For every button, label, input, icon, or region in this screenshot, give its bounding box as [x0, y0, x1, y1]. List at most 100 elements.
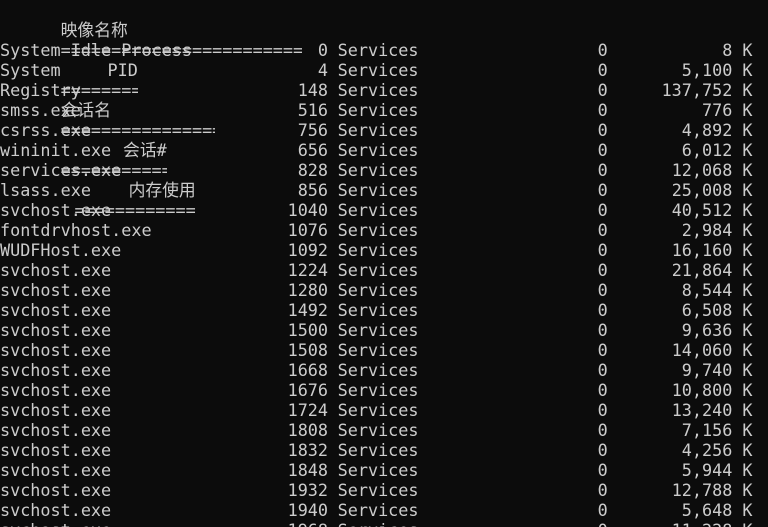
column-gap [241, 260, 251, 280]
terminal-window[interactable]: 映像名称 PID 会话名 会话# 内存使用 ==================… [0, 0, 768, 527]
column-gap [492, 380, 502, 400]
cell-session-number: 0 [502, 520, 608, 527]
column-gap [608, 320, 618, 340]
cell-pid: 1848 [287, 460, 329, 480]
table-row[interactable]: System 4 Services 0 5,100 K [0, 60, 768, 80]
table-row[interactable]: svchost.exe 1676 Services 0 10,800 K [0, 380, 768, 400]
table-row[interactable]: svchost.exe 1832 Services 0 4,256 K [0, 440, 768, 460]
cell-session-number: 0 [597, 260, 608, 280]
column-gap [241, 200, 251, 220]
cell-session-number: 0 [597, 60, 608, 80]
column-gap [241, 120, 251, 140]
table-row[interactable]: svchost.exe 1940 Services 0 5,648 K [0, 500, 768, 520]
table-row[interactable]: svchost.exe 1932 Services 0 12,788 K [0, 480, 768, 500]
column-gap [241, 480, 251, 500]
cell-pid: 1940 [287, 500, 329, 520]
cell-pid: 1076 [287, 220, 329, 240]
cell-pid: 148 [297, 80, 329, 100]
column-gap [328, 100, 338, 120]
cell-mem-usage: 21,864 K [671, 260, 753, 280]
cell-mem-usage: 776 K [701, 100, 753, 120]
cell-image-name: svchost.exe [0, 200, 112, 220]
table-row[interactable]: svchost.exe 1508 Services 0 14,060 K [0, 340, 768, 360]
column-gap [608, 80, 618, 100]
cell-pid: 1676 [287, 380, 329, 400]
cell-mem-usage: 8 K [722, 40, 753, 60]
cell-mem-usage: 10,800 K [671, 380, 753, 400]
cell-image-name: svchost.exe [0, 280, 112, 300]
cell-mem-usage: 40,512 K [671, 200, 753, 220]
column-gap [328, 280, 338, 300]
column-gap [608, 100, 618, 120]
cell-mem-usage: 13,240 K [671, 400, 753, 420]
cell-session-number: 0 [597, 120, 608, 140]
column-gap [328, 440, 338, 460]
cell-mem-usage: 8,544 K [681, 280, 753, 300]
table-row[interactable]: svchost.exe 1040 Services 0 40,512 K [0, 200, 768, 220]
column-gap [492, 140, 502, 160]
column-gap [608, 520, 618, 527]
cell-session-number: 0 [597, 440, 608, 460]
table-row[interactable]: svchost.exe 1668 Services 0 9,740 K [0, 360, 768, 380]
cell-pid: 1808 [287, 420, 329, 440]
column-gap [241, 420, 251, 440]
cell-mem-usage: 5,648 K [681, 500, 753, 520]
table-row[interactable]: Registry 148 Services 0 137,752 K [0, 80, 768, 100]
column-gap [608, 160, 618, 180]
column-gap [608, 260, 618, 280]
table-row[interactable]: svchost.exe 1848 Services 0 5,944 K [0, 460, 768, 480]
column-gap [492, 220, 502, 240]
column-gap [241, 380, 251, 400]
cell-pid: 0 [317, 40, 329, 60]
table-row[interactable]: svchost.exe 1224 Services 0 21,864 K [0, 260, 768, 280]
table-row[interactable]: svchost.exe 1280 Services 0 8,544 K [0, 280, 768, 300]
table-row[interactable]: services.exe 828 Services 0 12,068 K [0, 160, 768, 180]
column-gap [492, 240, 502, 260]
column-gap [608, 280, 618, 300]
cell-mem-usage: 2,984 K [681, 220, 753, 240]
table-row[interactable]: svchost.exe 1500 Services 0 9,636 K [0, 320, 768, 340]
column-gap [328, 420, 338, 440]
cell-session-number: 0 [597, 420, 608, 440]
cell-session-number: 0 [597, 320, 608, 340]
cell-pid: 516 [297, 100, 329, 120]
table-row[interactable]: svchost.exe 1492 Services 0 6,508 K [0, 300, 768, 320]
table-row[interactable]: csrss.exe 756 Services 0 4,892 K [0, 120, 768, 140]
column-gap [328, 460, 338, 480]
table-row[interactable]: wininit.exe 656 Services 0 6,012 K [0, 140, 768, 160]
column-gap [492, 360, 502, 380]
table-row[interactable]: svchost.exe 1808 Services 0 7,156 K [0, 420, 768, 440]
column-gap [241, 300, 251, 320]
column-gap [608, 360, 618, 380]
column-gap [608, 220, 618, 240]
cell-image-name: svchost.exe [0, 420, 112, 440]
cell-session-name: Services [337, 260, 419, 280]
cell-mem-usage: 6,012 K [681, 140, 753, 160]
cell-pid: 1500 [287, 320, 329, 340]
column-gap [608, 240, 618, 260]
table-row[interactable]: svchost.exe 1968 Services 0 11,228 K [0, 520, 768, 527]
table-row[interactable]: fontdrvhost.exe 1076 Services 0 2,984 K [0, 220, 768, 240]
cell-mem-usage: 12,788 K [671, 480, 753, 500]
cell-image-name: svchost.exe [0, 520, 241, 527]
cell-session-name: Services [337, 480, 419, 500]
cell-pid: 756 [297, 120, 329, 140]
column-gap [328, 520, 338, 527]
column-gap [608, 480, 618, 500]
cell-pid: 1040 [287, 200, 329, 220]
table-row[interactable]: svchost.exe 1724 Services 0 13,240 K [0, 400, 768, 420]
column-header-image-name: 映像名称 [60, 20, 128, 40]
column-gap [241, 100, 251, 120]
cell-session-number: 0 [597, 500, 608, 520]
column-gap [492, 80, 502, 100]
table-row[interactable]: System Idle Process 0 Services 0 8 K [0, 40, 768, 60]
cell-image-name: svchost.exe [0, 320, 112, 340]
table-row[interactable]: smss.exe 516 Services 0 776 K [0, 100, 768, 120]
cell-image-name: svchost.exe [0, 300, 112, 320]
cell-session-name: Services [337, 320, 419, 340]
cell-pid: 1968 [251, 520, 328, 527]
table-row[interactable]: lsass.exe 856 Services 0 25,008 K [0, 180, 768, 200]
column-gap [328, 300, 338, 320]
cell-mem-usage: 14,060 K [671, 340, 753, 360]
table-row[interactable]: WUDFHost.exe 1092 Services 0 16,160 K [0, 240, 768, 260]
